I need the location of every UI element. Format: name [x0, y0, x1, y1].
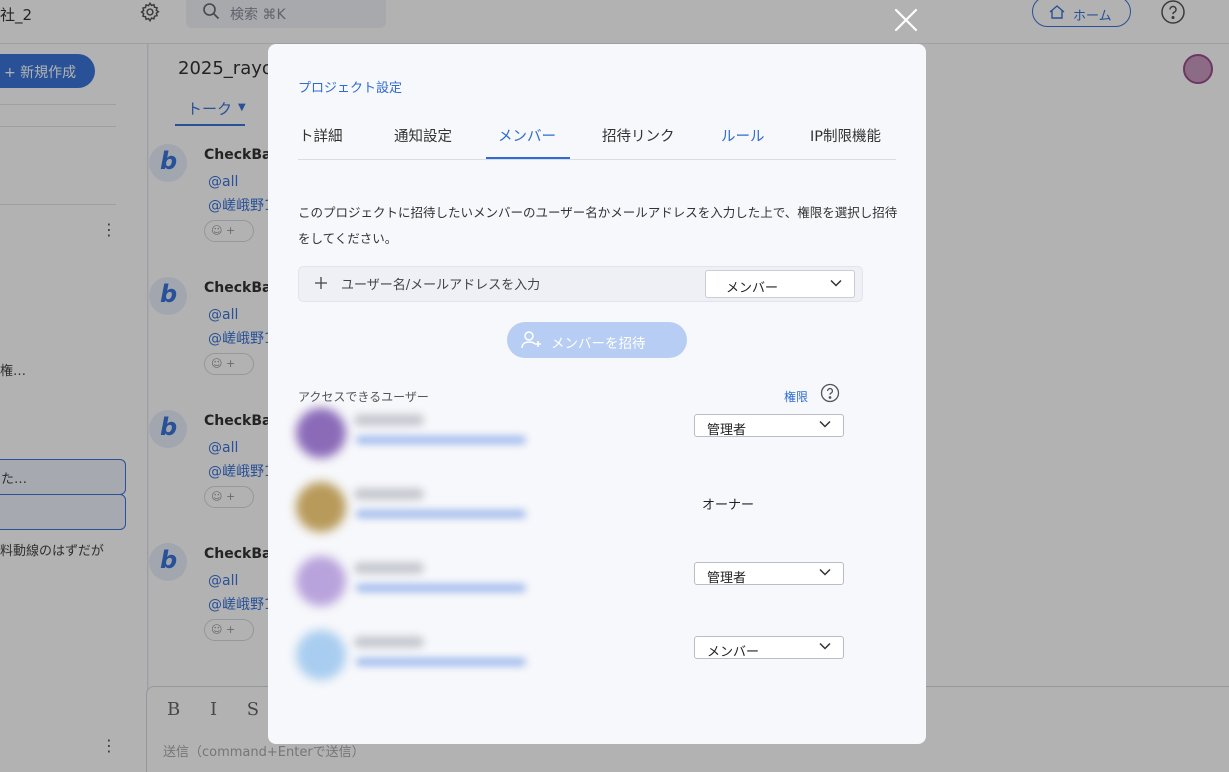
invite-member-button[interactable]: メンバーを招待	[507, 322, 687, 358]
chevron-down-icon	[819, 642, 831, 650]
member-name-blurred	[354, 488, 424, 500]
invite-role-select[interactable]: メンバー	[705, 270, 855, 298]
member-role-select[interactable]: 管理者	[694, 414, 844, 438]
member-email-blurred	[356, 510, 526, 518]
member-email-blurred	[356, 658, 526, 666]
member-email-blurred	[356, 584, 526, 592]
modal-title: プロジェクト設定	[298, 81, 403, 96]
member-role-select[interactable]: メンバー	[694, 636, 844, 660]
invite-row: メンバー	[298, 266, 863, 302]
member-row: メンバー	[296, 630, 896, 690]
member-name-blurred	[354, 414, 424, 426]
avatar	[296, 556, 346, 606]
tab-ip-restriction[interactable]: IP制限機能	[810, 125, 881, 146]
member-row: オーナー	[296, 482, 896, 542]
avatar	[296, 630, 346, 680]
member-name-blurred	[354, 562, 424, 574]
member-row: 管理者	[296, 556, 896, 616]
tab-notification-settings[interactable]: 通知設定	[394, 125, 452, 146]
invite-role-value: メンバー	[726, 281, 779, 296]
tab-invite-link[interactable]: 招待リンク	[602, 125, 675, 146]
chevron-down-icon	[819, 568, 831, 576]
add-user-icon	[521, 331, 541, 349]
settings-tabs: ェクト詳細 通知設定 メンバー 招待リンク ルール IP制限機能	[298, 114, 896, 160]
close-icon[interactable]	[893, 7, 919, 33]
member-row: 管理者	[296, 408, 896, 468]
member-role-select[interactable]: 管理者	[694, 562, 844, 586]
member-role-value: メンバー	[707, 645, 760, 660]
active-tab-indicator	[486, 157, 570, 159]
member-role-value: 管理者	[707, 571, 747, 586]
invite-member-label: メンバーを招待	[551, 336, 646, 352]
member-role-owner: オーナー	[702, 498, 755, 513]
invite-description: このプロジェクトに招待したいメンバーのユーザー名かメールアドレスを入力した上で、…	[298, 205, 898, 246]
tab-project-details[interactable]: ェクト詳細	[298, 125, 343, 146]
invite-user-input[interactable]	[341, 273, 691, 297]
avatar	[296, 482, 346, 532]
tab-rules[interactable]: ルール	[721, 125, 765, 146]
member-email-blurred	[356, 436, 526, 444]
tab-members[interactable]: メンバー	[498, 125, 556, 146]
permission-heading: 権限	[784, 390, 809, 404]
member-name-blurred	[354, 636, 424, 648]
avatar	[296, 408, 346, 458]
access-users-heading: アクセスできるユーザー	[298, 390, 429, 404]
project-settings-modal: プロジェクト設定 ェクト詳細 通知設定 メンバー 招待リンク ルール IP制限機…	[268, 44, 926, 744]
help-icon[interactable]	[820, 383, 840, 403]
chevron-down-icon	[819, 420, 831, 428]
member-role-value: 管理者	[707, 423, 747, 438]
chevron-down-icon	[830, 279, 842, 287]
plus-icon	[315, 277, 327, 289]
